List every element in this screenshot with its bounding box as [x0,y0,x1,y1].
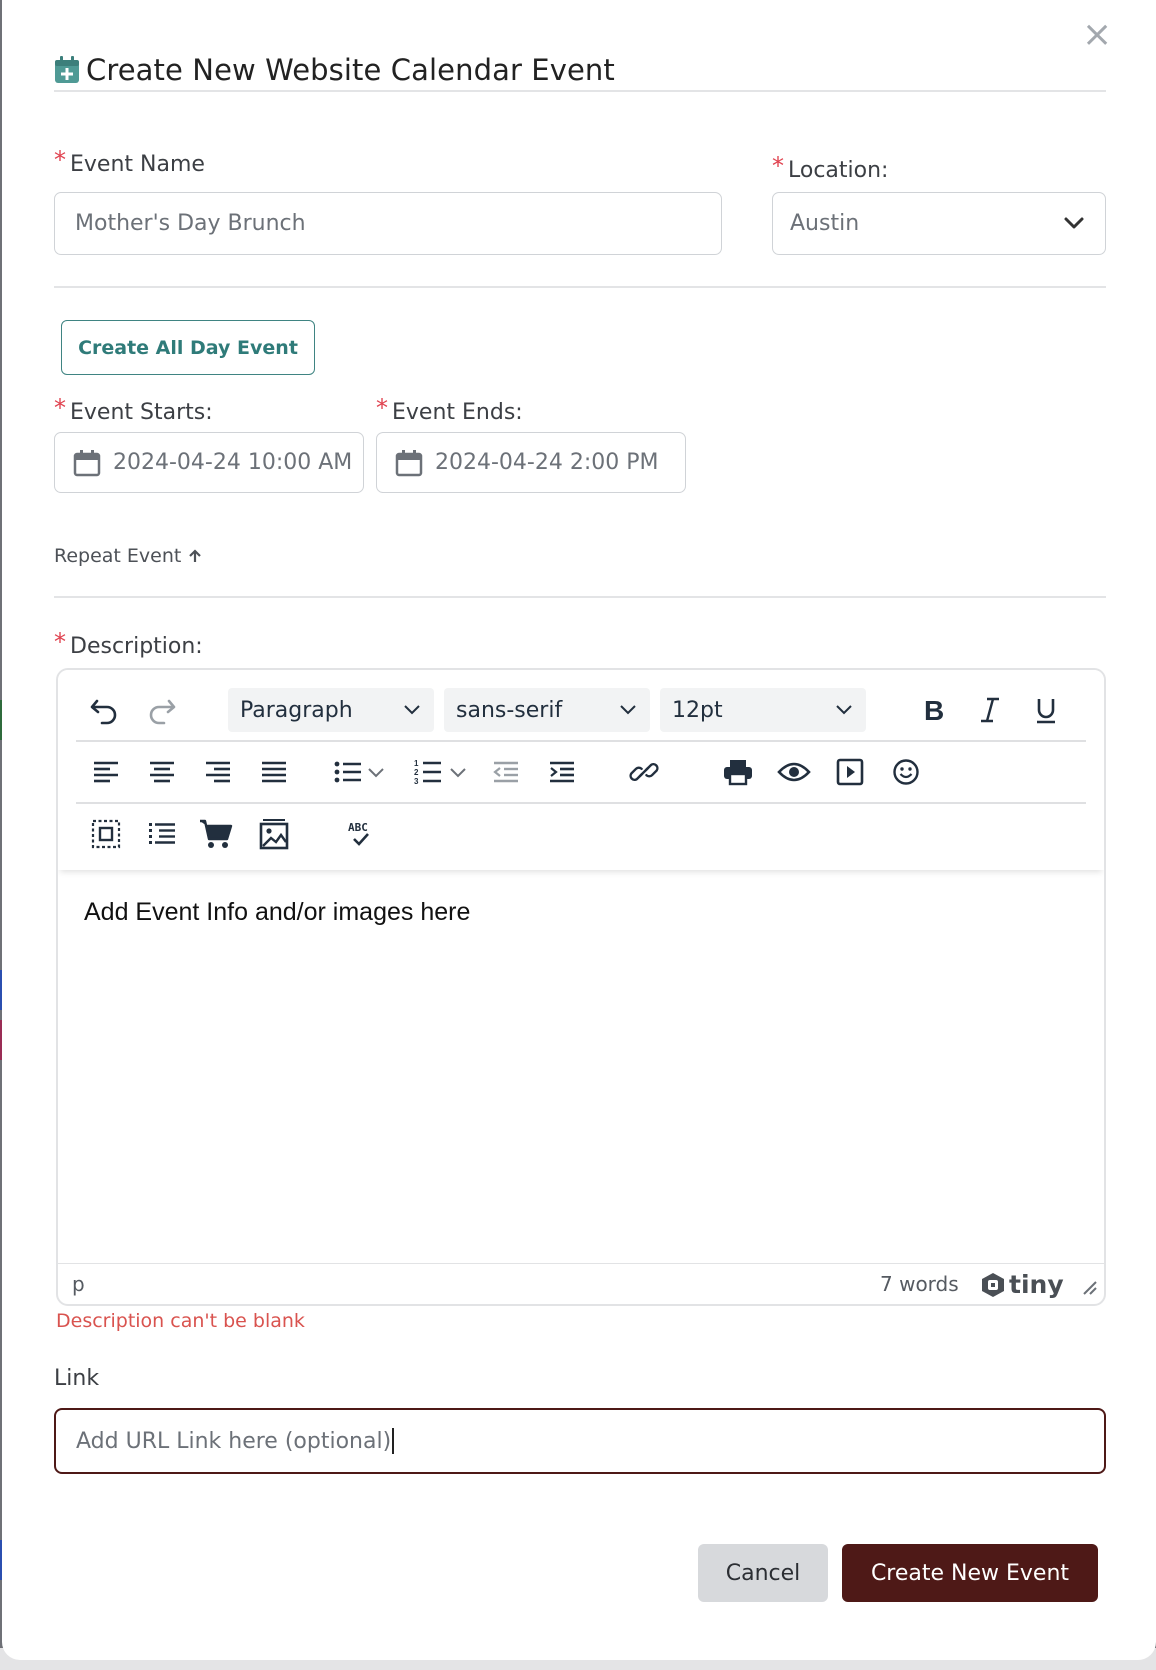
toolbar-divider [76,802,1086,804]
event-ends-label-text: Event Ends: [392,400,523,425]
table-of-contents-icon[interactable] [142,814,182,854]
editor-content[interactable]: Add Event Info and/or images here [84,898,470,927]
repeat-event-toggle[interactable]: Repeat Event [54,545,203,567]
outdent-icon[interactable] [486,752,526,792]
block-format-select[interactable]: Paragraph [228,688,434,732]
section-divider [54,286,1106,288]
font-family-select[interactable]: sans-serif [444,688,650,732]
element-path[interactable]: p [72,1272,85,1296]
required-marker: * [54,628,66,656]
word-count[interactable]: 7 words [880,1272,959,1296]
required-marker: * [772,152,784,180]
create-event-modal: × Create New Website Calendar Event * Eve… [2,0,1156,1660]
modal-title: Create New Website Calendar Event [54,50,615,90]
arrow-up-icon [187,548,203,564]
cart-icon[interactable] [196,814,236,854]
chevron-down-icon[interactable] [446,752,470,792]
chevron-down-icon [618,699,638,719]
event-name-label: * Event Name [54,146,205,180]
cancel-button[interactable]: Cancel [698,1544,828,1602]
editor-statusbar: p 7 words tiny [58,1263,1104,1304]
calendar-icon [395,449,423,477]
font-family-value: sans-serif [456,697,563,723]
block-format-value: Paragraph [240,697,353,723]
svg-text:3: 3 [414,777,419,786]
align-justify-icon[interactable] [254,752,294,792]
chevron-down-icon [1063,215,1085,231]
media-icon[interactable] [830,752,870,792]
chevron-down-icon [834,699,854,719]
align-left-icon[interactable] [86,752,126,792]
italic-icon[interactable] [970,690,1010,730]
undo-icon[interactable] [84,690,124,730]
close-icon[interactable]: × [1082,17,1112,53]
visual-blocks-icon[interactable] [86,814,126,854]
event-ends-input[interactable]: 2024-04-24 2:00 PM [376,432,686,493]
svg-text:1: 1 [414,759,419,768]
required-marker: * [376,394,388,422]
link-input[interactable]: Add URL Link here (optional) [54,1408,1106,1474]
location-label-text: Location: [788,158,889,183]
modal-title-text: Create New Website Calendar Event [86,53,615,87]
create-new-event-button[interactable]: Create New Event [842,1544,1098,1602]
link-label: Link [54,1366,100,1391]
svg-text:B: B [924,696,944,724]
tiny-logo[interactable]: tiny [980,1270,1064,1299]
toolbar-divider [76,740,1086,742]
required-marker: * [54,394,66,422]
calendar-plus-icon [54,56,80,84]
font-size-value: 12pt [672,697,723,723]
link-placeholder: Add URL Link here (optional) [76,1428,392,1454]
svg-text:2: 2 [414,768,419,777]
indent-icon[interactable] [542,752,582,792]
description-editor: Paragraph sans-serif 12pt B 1 2 3 ABC Ad… [56,668,1106,1306]
create-all-day-event-button[interactable]: Create All Day Event [61,320,315,375]
align-center-icon[interactable] [142,752,182,792]
event-ends-value: 2024-04-24 2:00 PM [435,450,659,475]
event-name-input[interactable]: Mother's Day Brunch [54,192,722,255]
font-size-select[interactable]: 12pt [660,688,866,732]
tiny-brand-text: tiny [1009,1270,1064,1299]
print-icon[interactable] [718,752,758,792]
svg-text:ABC: ABC [348,821,368,834]
location-select[interactable]: Austin [772,192,1106,255]
event-starts-value: 2024-04-24 10:00 AM [113,450,353,475]
section-divider [54,596,1106,598]
event-name-value: Mother's Day Brunch [75,211,306,236]
event-starts-input[interactable]: 2024-04-24 10:00 AM [54,432,364,493]
redo-icon[interactable] [142,690,182,730]
preview-icon[interactable] [774,752,814,792]
location-selected-value: Austin [790,211,860,236]
repeat-event-label: Repeat Event [54,545,182,567]
event-ends-label: * Event Ends: [376,394,523,428]
bullet-list-icon[interactable] [328,752,368,792]
link-icon[interactable] [624,752,664,792]
location-label: * Location: [772,152,889,186]
description-label: * Description: [54,628,203,662]
event-starts-label-text: Event Starts: [70,400,213,425]
editor-toolbar: Paragraph sans-serif 12pt B 1 2 3 ABC [58,670,1104,870]
underline-icon[interactable] [1026,690,1066,730]
bold-icon[interactable]: B [914,690,954,730]
description-label-text: Description: [70,634,203,659]
event-starts-label: * Event Starts: [54,394,213,428]
text-cursor [392,1428,394,1454]
title-divider [54,90,1106,92]
image-icon[interactable] [254,814,294,854]
chevron-down-icon [402,699,422,719]
description-error: Description can't be blank [56,1310,305,1332]
align-right-icon[interactable] [198,752,238,792]
required-marker: * [54,146,66,174]
event-name-label-text: Event Name [70,152,205,177]
numbered-list-icon[interactable]: 123 [408,752,448,792]
emoticon-icon[interactable] [886,752,926,792]
spellcheck-icon[interactable]: ABC [340,814,380,854]
resize-handle-icon[interactable] [1080,1278,1098,1296]
chevron-down-icon[interactable] [364,752,388,792]
calendar-icon [73,449,101,477]
